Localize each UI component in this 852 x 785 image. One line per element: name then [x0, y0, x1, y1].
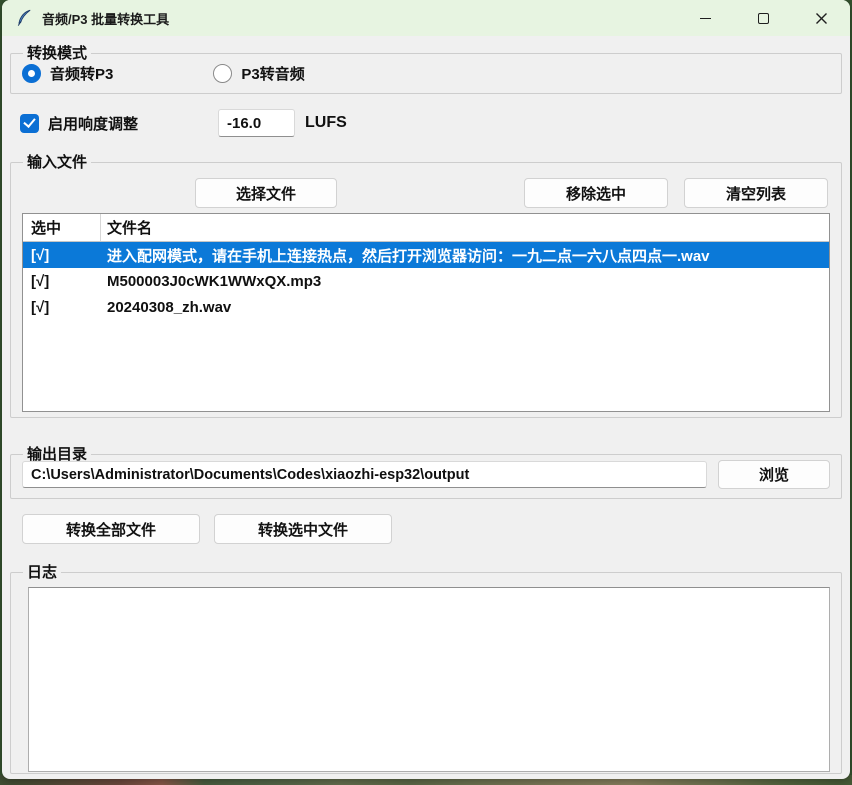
maximize-icon — [758, 13, 769, 24]
close-button[interactable] — [792, 0, 850, 36]
row-filename-cell: 进入配网模式，请在手机上连接热点，然后打开浏览器访问：一九二点一六八点四点一.w… — [101, 245, 829, 266]
browse-button[interactable]: 浏览 — [718, 460, 830, 489]
convert-all-button[interactable]: 转换全部文件 — [22, 514, 200, 544]
radio-p3-to-audio-label: P3转音频 — [241, 63, 304, 84]
loudness-checkbox[interactable] — [20, 114, 39, 133]
radio-p3-to-audio[interactable]: P3转音频 — [213, 63, 304, 84]
convert-selected-button[interactable]: 转换选中文件 — [214, 514, 392, 544]
file-table: 选中 文件名 [√] 进入配网模式，请在手机上连接热点，然后打开浏览器访问：一九… — [22, 213, 830, 412]
python-feather-icon — [15, 9, 33, 27]
log-label: 日志 — [23, 563, 61, 583]
table-row[interactable]: [√] 20240308_zh.wav — [23, 294, 829, 320]
radio-selected-icon — [22, 64, 41, 83]
titlebar: 音频/P3 批量转换工具 — [2, 0, 850, 36]
clear-list-button[interactable]: 清空列表 — [684, 178, 828, 208]
mode-group-label: 转换模式 — [23, 44, 91, 64]
table-row[interactable]: [√] 进入配网模式，请在手机上连接热点，然后打开浏览器访问：一九二点一六八点四… — [23, 242, 829, 268]
row-checked-cell: [√] — [23, 299, 101, 316]
app-window: 音频/P3 批量转换工具 转换模式 音频转P3 P3转 — [2, 0, 850, 779]
output-dir-input[interactable] — [22, 461, 707, 488]
row-checked-cell: [√] — [23, 273, 101, 290]
minimize-button[interactable] — [676, 0, 734, 36]
window-controls — [676, 0, 850, 36]
radio-audio-to-p3-label: 音频转P3 — [50, 63, 113, 84]
row-filename-cell: 20240308_zh.wav — [101, 299, 829, 316]
close-icon — [815, 12, 828, 25]
minimize-icon — [700, 18, 711, 19]
input-files-label: 输入文件 — [23, 153, 91, 173]
column-header-checked[interactable]: 选中 — [23, 214, 101, 241]
row-checked-cell: [√] — [23, 247, 101, 264]
row-filename-cell: M500003J0cWK1WWxQX.mp3 — [101, 273, 829, 290]
table-row[interactable]: [√] M500003J0cWK1WWxQX.mp3 — [23, 268, 829, 294]
select-files-button[interactable]: 选择文件 — [195, 178, 337, 208]
column-header-filename[interactable]: 文件名 — [101, 214, 829, 241]
lufs-unit-label: LUFS — [305, 114, 347, 132]
remove-selected-button[interactable]: 移除选中 — [524, 178, 668, 208]
loudness-value-input[interactable] — [218, 109, 295, 137]
window-title: 音频/P3 批量转换工具 — [42, 9, 169, 28]
mode-groupbox: 转换模式 音频转P3 P3转音频 — [10, 53, 842, 94]
loudness-row: 启用响度调整 — [20, 108, 138, 138]
log-textarea[interactable] — [28, 587, 830, 772]
maximize-button[interactable] — [734, 0, 792, 36]
loudness-checkbox-label: 启用响度调整 — [48, 113, 138, 134]
radio-unselected-icon — [213, 64, 232, 83]
radio-audio-to-p3[interactable]: 音频转P3 — [22, 63, 113, 84]
file-table-header: 选中 文件名 — [23, 214, 829, 242]
